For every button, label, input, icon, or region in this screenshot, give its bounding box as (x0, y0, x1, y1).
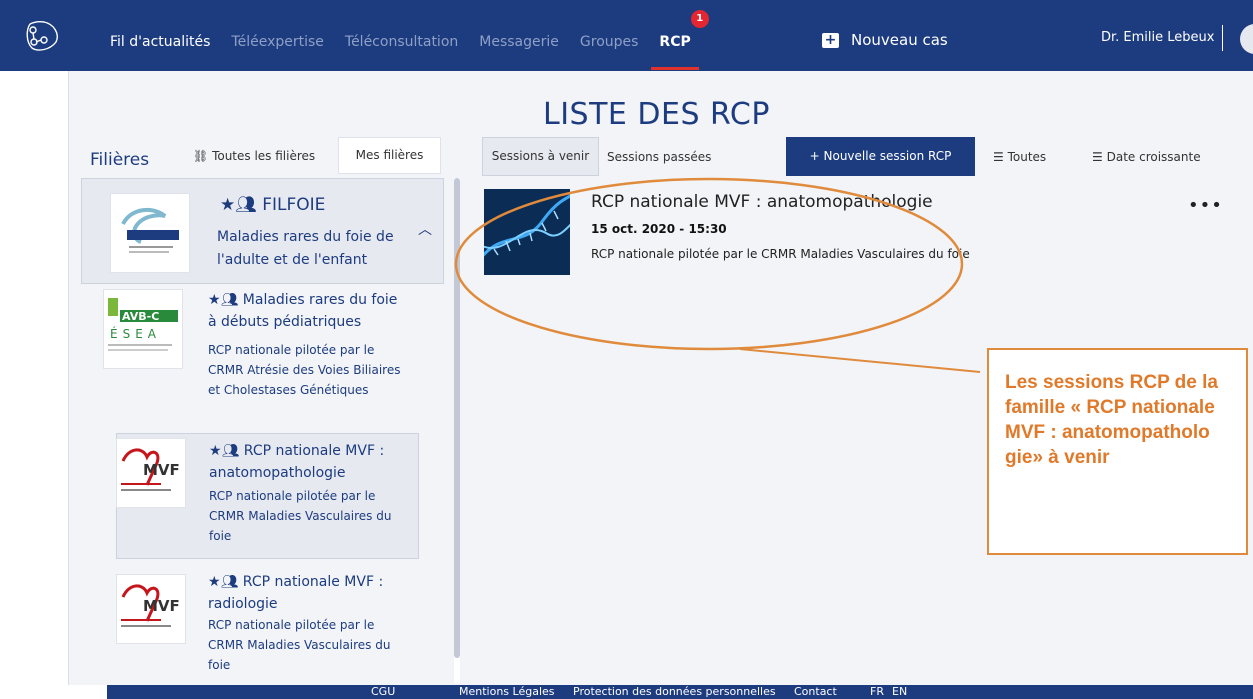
footer-cgu-link[interactable]: CGU (371, 685, 395, 699)
footer-legal-link[interactable]: Mentions Légales (459, 685, 555, 699)
annotation-connector (739, 348, 981, 373)
footer-links: CGU Mentions Légales Protection des donn… (0, 685, 1253, 699)
footer-contact-link[interactable]: Contact (794, 685, 837, 699)
annotation-text: Les sessions RCP de la famille « RCP nat… (1005, 372, 1218, 468)
footer-lang-fr[interactable]: FR (870, 685, 884, 699)
footer-lang-en[interactable]: EN (892, 685, 907, 699)
footer-privacy-link[interactable]: Protection des données personnelles (573, 685, 776, 699)
annotation-ellipse (454, 177, 964, 351)
